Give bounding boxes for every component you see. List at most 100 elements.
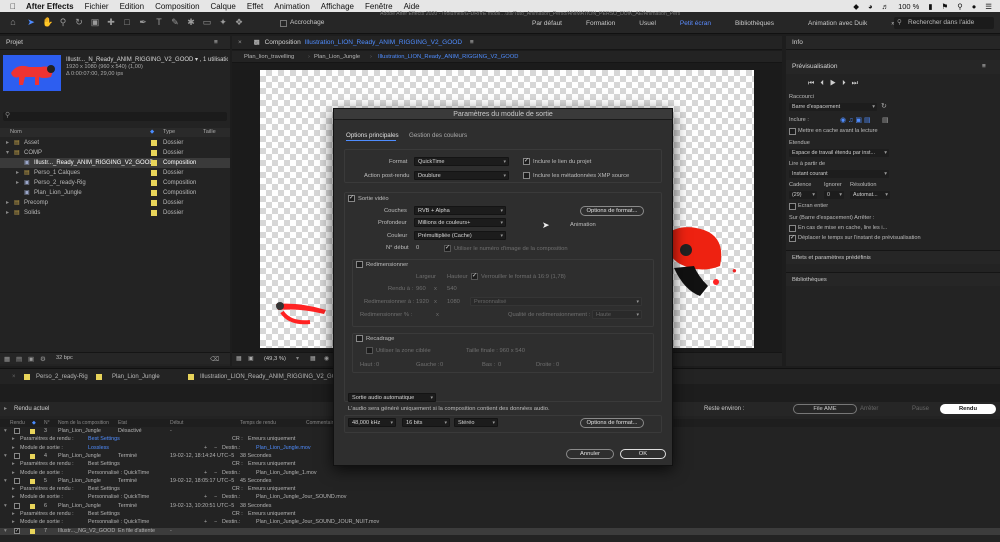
video-output-checkbox[interactable]: ✓ [348, 195, 355, 202]
full-screen-checkbox[interactable] [789, 203, 796, 210]
label-color-swatch[interactable] [151, 160, 157, 166]
new-folder-icon[interactable]: ▤ [16, 355, 22, 363]
disclosure-icon[interactable]: ▸ [12, 436, 15, 442]
resize-height[interactable]: 1080 [447, 299, 460, 305]
disclosure-icon[interactable]: ▸ [16, 168, 19, 178]
roto-tool-icon[interactable]: ✦ [218, 17, 228, 27]
brush-tool-icon[interactable]: ✎ [170, 17, 180, 27]
workspace-libraries[interactable]: Bibliothèques [723, 20, 786, 27]
label-color-swatch[interactable] [30, 478, 35, 484]
trash-icon[interactable]: ⌫ [210, 355, 219, 363]
log-select[interactable]: Erreurs uniquement [248, 486, 295, 492]
label-color-swatch[interactable] [151, 200, 157, 206]
render-item[interactable]: ▾ 6 Plan_Lion_Jungle Terminé 19-02-13, 10:20… [0, 502, 1000, 510]
cancel-button[interactable]: Annuler [566, 449, 614, 459]
top-value[interactable]: 0 [376, 362, 379, 368]
pan-behind-tool-icon[interactable]: ✚ [106, 17, 116, 27]
use-comp-frame-checkbox[interactable]: ✓ [444, 245, 451, 252]
preview-panel-header[interactable]: Prévisualisation ≡ [786, 60, 1000, 74]
tab-main-options[interactable]: Options principales [346, 132, 399, 139]
cache-before-checkbox[interactable] [789, 128, 796, 135]
add-output-icon[interactable]: + [204, 494, 207, 500]
pen-tool-icon[interactable]: ✒ [138, 17, 148, 27]
remove-output-icon[interactable]: − [214, 519, 217, 525]
project-item[interactable]: ▸ ▤ Perso_1 Calques Dossier [0, 168, 230, 178]
col-num[interactable]: N° [44, 419, 50, 427]
workspace-training[interactable]: Formation [574, 20, 627, 27]
timeline-tab-2[interactable]: Illustration_LION_Ready_ANIM_RIGGING_V2_… [200, 369, 345, 385]
tab-color-management[interactable]: Gestion des couleurs [409, 132, 467, 139]
label-color-swatch[interactable] [30, 453, 35, 459]
tag-icon[interactable]: ◆ [150, 128, 154, 137]
render-checkbox[interactable] [14, 428, 20, 434]
project-item[interactable]: ▾ ▤ COMP Dossier [0, 148, 230, 158]
breadcrumb-2[interactable]: Illustration_LION_Ready_ANIM_RIGGING_V2_… [378, 51, 518, 63]
menu-app[interactable]: After Effects [26, 2, 74, 11]
right-value[interactable]: 0 [556, 362, 559, 368]
col-size[interactable]: Taille [203, 128, 216, 137]
spotlight-icon[interactable]: ⚲ [957, 2, 963, 11]
menu-effect[interactable]: Effet [247, 2, 263, 11]
apple-icon[interactable]:  [10, 2, 16, 11]
help-search-input[interactable]: ⚲ Rechercher dans l'aide [894, 17, 994, 29]
label-color-swatch[interactable] [151, 140, 157, 146]
flag-icon[interactable]: ⚑ [942, 2, 949, 11]
resize-checkbox[interactable] [356, 261, 363, 268]
render-button[interactable]: Rendu [940, 404, 996, 414]
project-item[interactable]: ▸ ▣ Perso_2_ready-Rig Composition [0, 178, 230, 188]
label-color-swatch[interactable] [151, 150, 157, 156]
bpc-label[interactable]: 32 bpc [56, 355, 73, 361]
workspace-default[interactable]: Par défaut [520, 20, 574, 27]
lock-icon[interactable]: ▩ [254, 39, 260, 46]
render-settings-link[interactable]: Best Settings [88, 511, 120, 517]
crop-checkbox[interactable] [356, 335, 363, 342]
disclosure-icon[interactable]: ▸ [12, 445, 15, 451]
include-video-audio-icons[interactable]: ◉♫▣▤ [840, 116, 873, 124]
quality-select[interactable]: Haute ▾ [592, 310, 642, 319]
resolution-select[interactable]: Automat... ▾ [850, 191, 890, 199]
output-module-link[interactable]: Personnalisé : QuickTime [88, 494, 149, 500]
log-select[interactable]: Erreurs uniquement [248, 461, 295, 467]
ame-queue-button[interactable]: File AME [793, 404, 857, 414]
project-item[interactable]: ▸ ▤ Solids Dossier [0, 208, 230, 218]
disclosure-icon[interactable]: ▸ [12, 519, 15, 525]
col-type[interactable]: Type [163, 128, 175, 137]
home-icon[interactable]: ⌂ [8, 17, 18, 27]
left-value[interactable]: 0 [440, 362, 443, 368]
project-item[interactable]: ▣ Illustr..._Ready_ANIM_RIGGING_V2_GOOD Co… [0, 158, 230, 168]
notification-icon[interactable]: ☰ [985, 2, 992, 11]
col-comp-name[interactable]: Nom de la composition [58, 419, 109, 427]
output-module-link[interactable]: Lossless [88, 445, 109, 451]
format-options-button[interactable]: Options de format... [580, 206, 644, 216]
render-checkbox[interactable] [14, 502, 20, 509]
use-roi-checkbox[interactable] [366, 347, 373, 354]
chevron-right-icon[interactable]: ▸ [4, 402, 7, 416]
project-item[interactable]: ▸ ▤ Precomp Dossier [0, 198, 230, 208]
label-color-swatch[interactable] [151, 210, 157, 216]
col-render[interactable]: Rendu [10, 419, 25, 427]
timeline-tab-1[interactable]: Plan_Lion_Jungle [112, 369, 160, 385]
eraser-tool-icon[interactable]: ▭ [202, 17, 212, 27]
disclosure-icon[interactable]: ▾ [6, 148, 9, 158]
destination-link[interactable]: Plan_Lion_Jungle_Jour_SOUND_JOUR_NUIT.mo… [256, 519, 379, 525]
menu-view[interactable]: Affichage [321, 2, 354, 11]
disclosure-icon[interactable]: ▸ [12, 486, 15, 492]
disclosure-icon[interactable]: ▸ [12, 470, 15, 476]
col-comment[interactable]: Commentaire [306, 419, 336, 427]
project-item[interactable]: ▸ ▤ Asset Dossier [0, 138, 230, 148]
include-project-link-checkbox[interactable]: ✓ [523, 158, 530, 165]
render-checkbox[interactable] [14, 452, 20, 459]
camera-tool-icon[interactable]: ▣ [90, 17, 100, 27]
project-item[interactable]: ▣ Plan_Lion_Jungle Composition [0, 188, 230, 198]
panel-menu-icon[interactable]: ≡ [982, 60, 986, 74]
disclosure-icon[interactable]: ▸ [16, 178, 19, 188]
skip-select[interactable]: 0 ▾ [824, 191, 844, 199]
audio-output-select[interactable]: Sortie audio automatique ▾ [348, 393, 436, 402]
disclosure-icon[interactable]: ▾ [4, 428, 7, 434]
tag-icon[interactable]: ◆ [32, 419, 36, 427]
include-xmp-checkbox[interactable] [523, 172, 530, 179]
col-start[interactable]: Début [170, 419, 183, 427]
ok-button[interactable]: OK [620, 449, 666, 459]
log-select[interactable]: Erreurs uniquement [248, 511, 295, 517]
menu-window[interactable]: Fenêtre [365, 2, 393, 11]
